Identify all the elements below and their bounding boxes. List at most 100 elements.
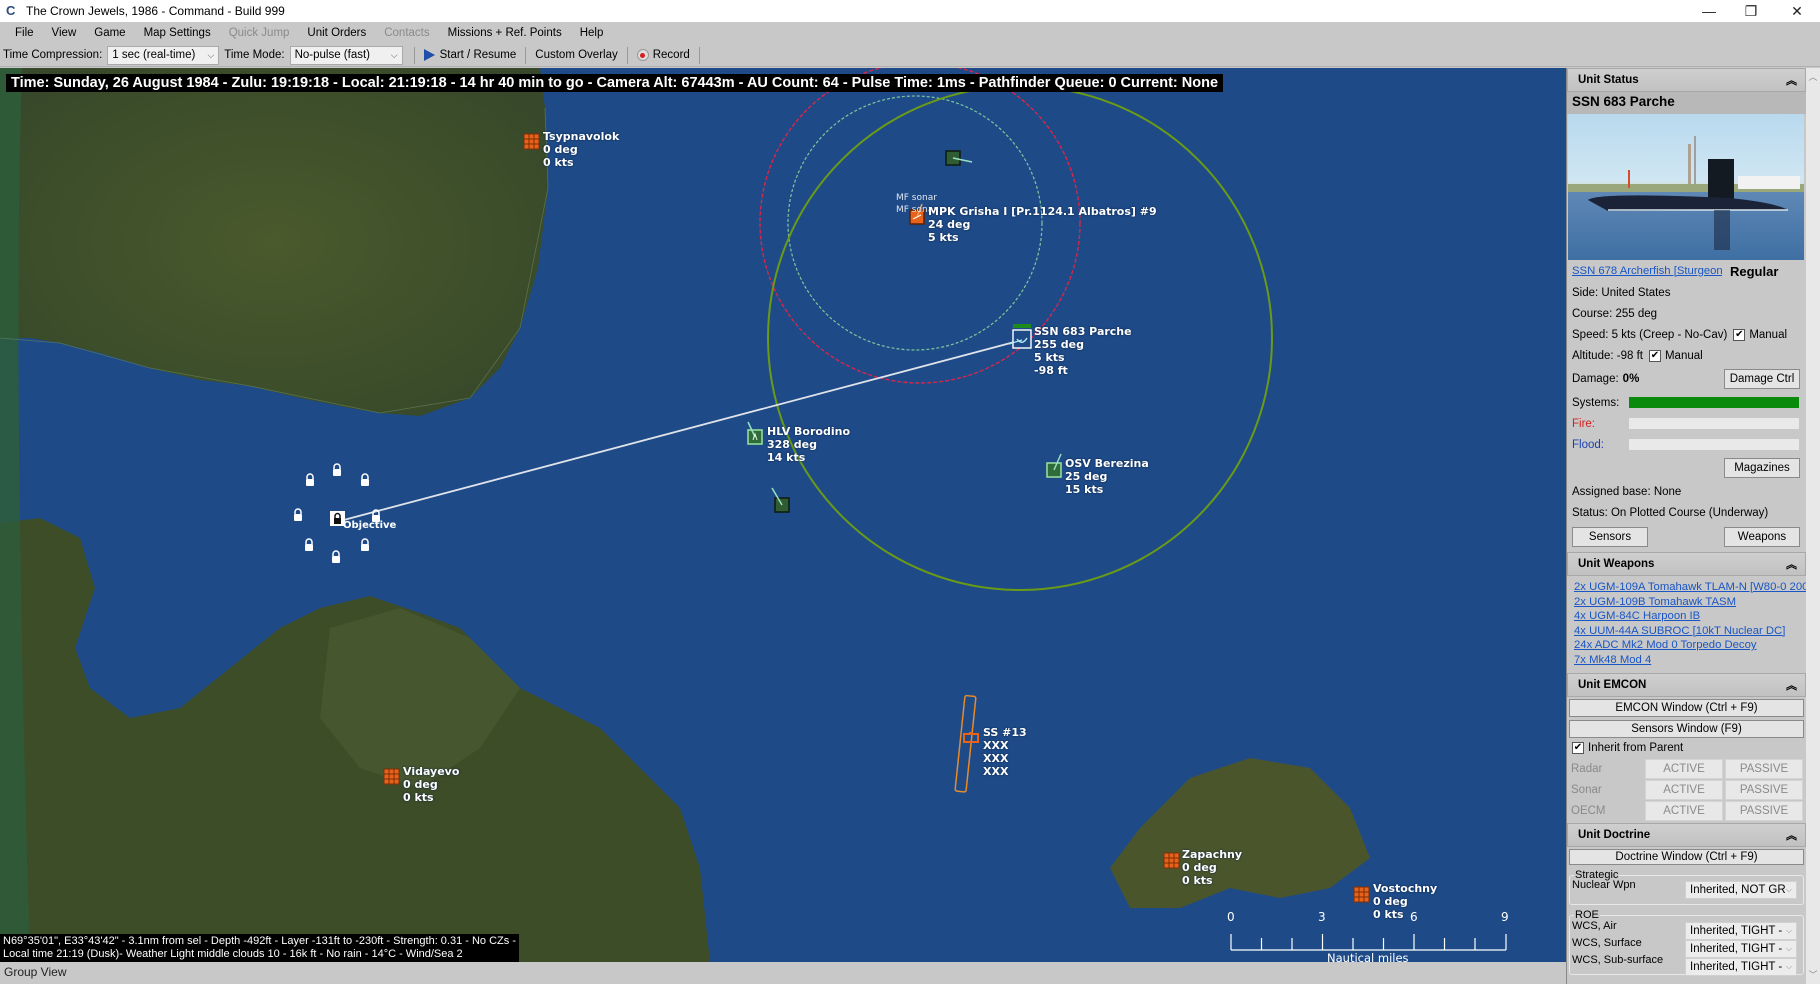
time-mode-select[interactable]: No-pulse (fast) ⌵ [289,45,403,65]
unit-heading: XXX [983,739,1009,752]
tactical-map[interactable]: Time: Sunday, 26 August 1984 - Zulu: 19:… [0,68,1566,962]
weapons-button[interactable]: Weapons [1724,526,1800,547]
sonar-passive-button[interactable]: PASSIVE [1725,779,1803,800]
close-button[interactable]: ✕ [1774,0,1820,22]
minimize-button[interactable]: — [1686,0,1732,22]
emcon-window-button[interactable]: EMCON Window (Ctrl + F9) [1569,699,1804,717]
unit-status-header[interactable]: Unit Status ︽ [1567,68,1806,92]
facility-icon[interactable] [523,133,540,150]
hostile-submarine-area[interactable] [954,694,977,793]
record-button[interactable]: Record [634,49,693,61]
scroll-up-icon[interactable]: ︿ [1806,70,1820,84]
nuclear-wpn-select[interactable]: Inherited, NOT GR ⌵ [1685,881,1797,899]
panel-scrollbar[interactable]: ︿ ﹀ [1806,68,1820,984]
unit-label: MPK Grisha I [Pr.1124.1 Albatros] #9 24 … [928,205,1157,244]
speed-row: Speed: 5 kts (Creep - No-Cav) ✔ Manual [1567,324,1806,345]
unit-speed: 15 kts [1065,483,1104,496]
unit-speed: 5 kts [1034,351,1065,364]
fire-bar [1629,418,1799,429]
weapon-link[interactable]: 7x Mk48 Mod 4 [1567,653,1806,668]
unit-doctrine-header[interactable]: Unit Doctrine ︽ [1567,823,1806,847]
radar-passive-button[interactable]: PASSIVE [1725,758,1803,779]
unit-weapons-header[interactable]: Unit Weapons ︽ [1567,552,1806,576]
wcs-air-select[interactable]: Inherited, TIGHT - ⌵ [1685,922,1797,940]
weapon-link[interactable]: 2x UGM-109B Tomahawk TASM [1567,595,1806,610]
menu-game[interactable]: Game [85,27,134,39]
facility-icon[interactable] [1163,852,1180,869]
sensors-button[interactable]: Sensors [1572,526,1648,547]
altitude-manual-checkbox[interactable]: ✔ [1648,349,1661,362]
damage-row: Damage: 0% Damage Ctrl [1567,366,1806,392]
lock-icon[interactable] [294,508,302,521]
weapon-link[interactable]: 2x UGM-109A Tomahawk TLAM-N [W80-0 200k [1567,580,1806,595]
unit-heading: 24 deg [928,218,971,231]
lock-icon[interactable] [361,538,369,551]
radar-active-button[interactable]: ACTIVE [1645,758,1723,779]
title-bar: C The Crown Jewels, 1986 - Command - Bui… [0,0,1820,22]
facility-icon[interactable] [383,768,400,785]
neutral-ship-icon[interactable] [747,421,763,445]
lock-icon[interactable] [333,463,341,476]
toolbar-separator [413,46,415,64]
section-title: Unit Status [1578,74,1639,86]
menu-quick-jump[interactable]: Quick Jump [220,27,299,39]
oecm-active-button[interactable]: ACTIVE [1645,800,1723,821]
cursor-info-bar: N69°35'01", E33°43'42" - 3.1nm from sel … [0,934,519,962]
menu-unit-orders[interactable]: Unit Orders [298,27,375,39]
sensors-window-button[interactable]: Sensors Window (F9) [1569,720,1804,738]
restore-button[interactable]: ❐ [1728,0,1774,22]
speed-manual-checkbox[interactable]: ✔ [1733,328,1746,341]
lock-icon[interactable] [305,538,313,551]
scale-tick-label: 6 [1410,910,1418,924]
scroll-down-icon[interactable]: ﹀ [1806,968,1820,982]
neutral-ship-icon[interactable] [1046,453,1062,478]
custom-overlay-button[interactable]: Custom Overlay [532,49,620,61]
menu-help[interactable]: Help [571,27,613,39]
weapon-link[interactable]: 4x UUM-44A SUBROC [10kT Nuclear DC] [1567,624,1806,639]
time-mode-label: Time Mode: [224,49,285,61]
submarine-photo-graphic [1568,136,1804,250]
start-resume-button[interactable]: Start / Resume [421,49,520,61]
facility-icon[interactable] [1353,886,1370,903]
doctrine-window-button[interactable]: Doctrine Window (Ctrl + F9) [1569,849,1804,865]
damage-ctrl-button[interactable]: Damage Ctrl [1724,369,1800,389]
emcon-sensor-name: Radar [1571,762,1603,775]
menu-map-settings[interactable]: Map Settings [135,27,220,39]
unit-label: Zapachny 0 deg 0 kts [1182,848,1242,887]
lock-icon[interactable] [306,473,314,486]
selected-submarine-icon[interactable] [1008,324,1032,349]
wcs-sub-select[interactable]: Inherited, TIGHT - ⌵ [1685,958,1797,976]
unit-photo [1568,114,1804,260]
lock-icon[interactable] [332,550,340,563]
collapse-icon[interactable]: ︽ [1786,72,1797,88]
lock-icon[interactable] [361,473,369,486]
weapon-link[interactable]: 24x ADC Mk2 Mod 0 Torpedo Decoy [1567,638,1806,653]
menu-file[interactable]: File [6,27,43,39]
menu-contacts[interactable]: Contacts [375,27,438,39]
wcs-surface-select[interactable]: Inherited, TIGHT - ⌵ [1685,940,1797,958]
unit-emcon-header[interactable]: Unit EMCON ︽ [1567,673,1806,697]
sonar-active-button[interactable]: ACTIVE [1645,779,1723,800]
altitude-row: Altitude: -98 ft ✔ Manual [1567,345,1806,366]
magazines-button[interactable]: Magazines [1724,458,1800,478]
contact-icon[interactable] [771,487,790,513]
unit-class-link[interactable]: SSN 678 Archerfish [Sturgeon Cl [1572,265,1722,277]
collapse-icon[interactable]: ︽ [1786,556,1797,572]
proficiency-label: Regular [1730,263,1779,279]
fire-row: Fire: [1567,413,1806,434]
play-icon [423,49,435,61]
time-compression-select[interactable]: 1 sec (real-time) ⌵ [107,45,220,65]
oecm-passive-button[interactable]: PASSIVE [1725,800,1803,821]
collapse-icon[interactable]: ︽ [1786,827,1797,843]
menu-view[interactable]: View [43,27,86,39]
menu-missions[interactable]: Missions + Ref. Points [439,27,571,39]
flood-label: Flood: [1572,438,1604,451]
inherit-parent-checkbox[interactable]: ✔ [1572,742,1584,754]
weapon-link[interactable]: 4x UGM-84C Harpoon IB [1567,609,1806,624]
scale-tick-label: 3 [1318,910,1326,924]
app-icon: C [6,3,16,18]
contact-icon[interactable] [945,150,973,166]
collapse-icon[interactable]: ︽ [1786,677,1797,693]
systems-row: Systems: [1567,392,1806,413]
unit-heading: 0 deg [1373,895,1408,908]
